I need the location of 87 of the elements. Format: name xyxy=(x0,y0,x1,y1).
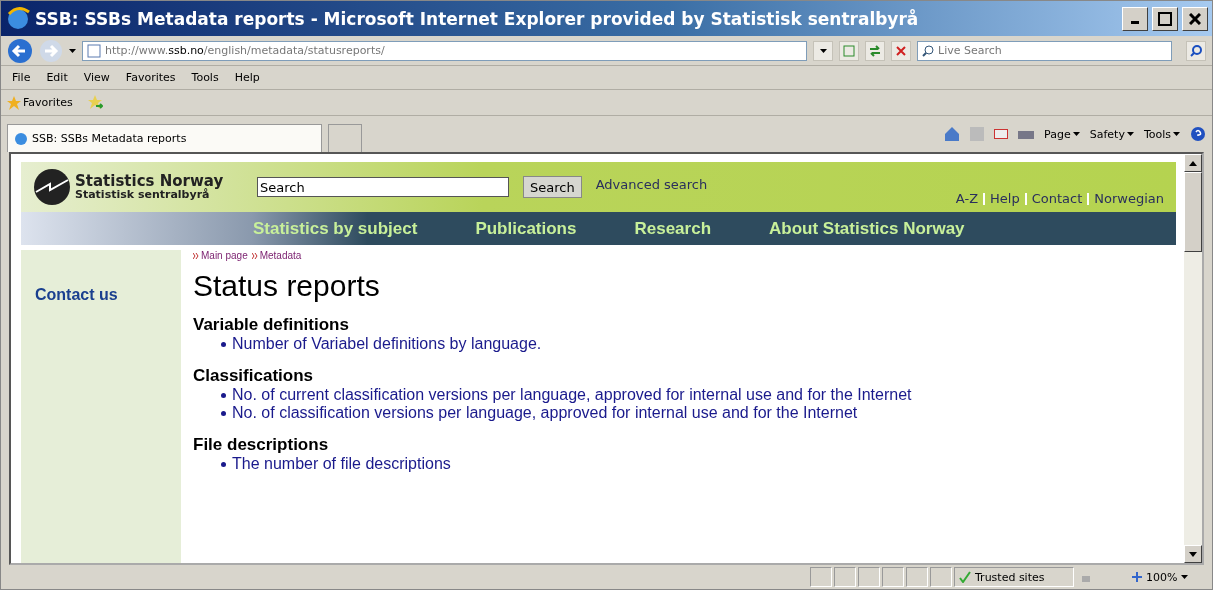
site-search-field[interactable]: Search xyxy=(257,177,509,197)
favorites-button[interactable]: Favorites xyxy=(7,95,73,110)
caret-icon xyxy=(819,48,827,53)
stop-button[interactable] xyxy=(891,40,911,61)
header-link[interactable]: A-Z xyxy=(955,191,979,206)
search-icon xyxy=(1190,44,1202,57)
bullet-icon xyxy=(221,341,226,347)
bullet-icon xyxy=(221,392,226,398)
up-arrow-icon xyxy=(1189,160,1197,166)
search-icon xyxy=(922,44,934,57)
status-pane xyxy=(810,567,832,587)
status-pane xyxy=(906,567,928,587)
caret-icon xyxy=(1072,132,1080,136)
menu-item[interactable]: Favorites xyxy=(120,69,181,86)
bullet-icon xyxy=(221,461,226,467)
zoom-control[interactable]: 100% xyxy=(1128,567,1208,587)
page-heading: Status reports xyxy=(193,269,381,303)
home-icon[interactable] xyxy=(944,126,961,142)
address-field[interactable]: http://www.ssb.no/english/metadata/statusreports/ xyxy=(82,40,807,61)
search-button[interactable] xyxy=(1186,40,1206,61)
help-icon[interactable] xyxy=(1190,126,1206,142)
report-link[interactable]: The number of file descriptions xyxy=(232,455,451,473)
section-heading: Classifications xyxy=(193,366,313,386)
report-link[interactable]: No. of classification versions per language, approved for internal use and for the Internet xyxy=(232,404,858,422)
security-zone[interactable]: Trusted sites xyxy=(954,567,1074,587)
browser-logo-icon xyxy=(5,5,31,32)
section-heading: Variable definitions xyxy=(193,315,349,335)
nav-link[interactable]: Publications xyxy=(475,218,577,239)
menu-item[interactable]: File xyxy=(7,69,36,86)
status-pane xyxy=(858,567,880,587)
status-pane xyxy=(834,567,856,587)
scrollbar-thumb[interactable] xyxy=(1184,172,1202,252)
mail-icon[interactable] xyxy=(994,129,1009,139)
minimize-button[interactable] xyxy=(1122,6,1148,31)
menu-item[interactable]: View xyxy=(78,69,115,86)
header-link[interactable]: Norwegian xyxy=(1094,191,1164,206)
zoom-in-icon xyxy=(1132,572,1142,582)
dropdown-button[interactable] xyxy=(813,40,833,61)
nav-link[interactable]: Research xyxy=(634,218,712,239)
search-field[interactable]: Live Search xyxy=(917,40,1172,61)
scroll-down-button[interactable] xyxy=(1184,545,1202,563)
refresh-button[interactable] xyxy=(865,40,885,61)
logo-icon xyxy=(33,168,71,206)
down-arrow-icon xyxy=(1189,551,1197,557)
command-menu[interactable]: Safety xyxy=(1089,127,1134,141)
close-icon xyxy=(1189,12,1201,25)
check-icon xyxy=(959,571,971,583)
refresh-icon xyxy=(869,44,881,57)
maximize-icon xyxy=(1158,11,1172,26)
maximize-button[interactable] xyxy=(1152,6,1178,31)
back-icon[interactable] xyxy=(7,37,33,64)
chevron-icon xyxy=(251,252,258,259)
scroll-up-button[interactable] xyxy=(1184,154,1202,172)
nav-link[interactable]: Statistics by subject xyxy=(253,218,418,239)
close-button[interactable] xyxy=(1182,6,1208,31)
breadcrumb-link[interactable]: Main page xyxy=(193,250,248,261)
star-icon xyxy=(7,95,21,110)
command-menu[interactable]: Page xyxy=(1044,127,1080,141)
command-menu[interactable]: Tools xyxy=(1143,127,1180,141)
header-link[interactable]: Help xyxy=(990,191,1020,206)
status-pane xyxy=(930,567,952,587)
close-icon xyxy=(896,45,906,56)
window-title: SSB: SSBs Metadata reports - Microsoft Internet Explorer provided by Statistisk sentralbyrå xyxy=(35,8,920,29)
chevron-icon xyxy=(193,252,199,259)
add-favorite-icon[interactable] xyxy=(86,94,103,111)
caret-icon xyxy=(69,48,76,53)
nav-link[interactable]: About Statistics Norway xyxy=(769,218,965,239)
section-heading: File descriptions xyxy=(193,435,329,455)
caret-icon xyxy=(1173,132,1180,136)
bullet-icon xyxy=(221,410,226,416)
caret-icon xyxy=(1126,132,1134,136)
menu-item[interactable]: Help xyxy=(229,69,265,86)
browser-logo-icon xyxy=(14,131,28,146)
caret-icon xyxy=(1181,575,1189,579)
menu-item[interactable]: Tools xyxy=(186,69,224,86)
breadcrumb-link[interactable]: Metadata xyxy=(251,250,302,261)
site-search-button[interactable]: Search xyxy=(523,176,582,198)
browser-tab[interactable]: SSB: SSBs Metadata reports xyxy=(7,124,322,152)
sidebar-link[interactable]: Contact us xyxy=(35,286,118,303)
advanced-search-link[interactable]: Advanced search xyxy=(595,176,708,192)
minimize-icon xyxy=(1131,21,1139,24)
site-logo[interactable]: Statistics Norway Statistisk sentralbyrå xyxy=(33,168,243,206)
status-pane xyxy=(882,567,904,587)
header-link[interactable]: Contact xyxy=(1031,191,1083,206)
menu-item[interactable]: Edit xyxy=(41,69,73,86)
report-link[interactable]: No. of current classification versions per language, approved for internal use and for the Internet xyxy=(232,386,912,404)
report-link[interactable]: Number of Variabel definitions by language. xyxy=(232,335,542,353)
